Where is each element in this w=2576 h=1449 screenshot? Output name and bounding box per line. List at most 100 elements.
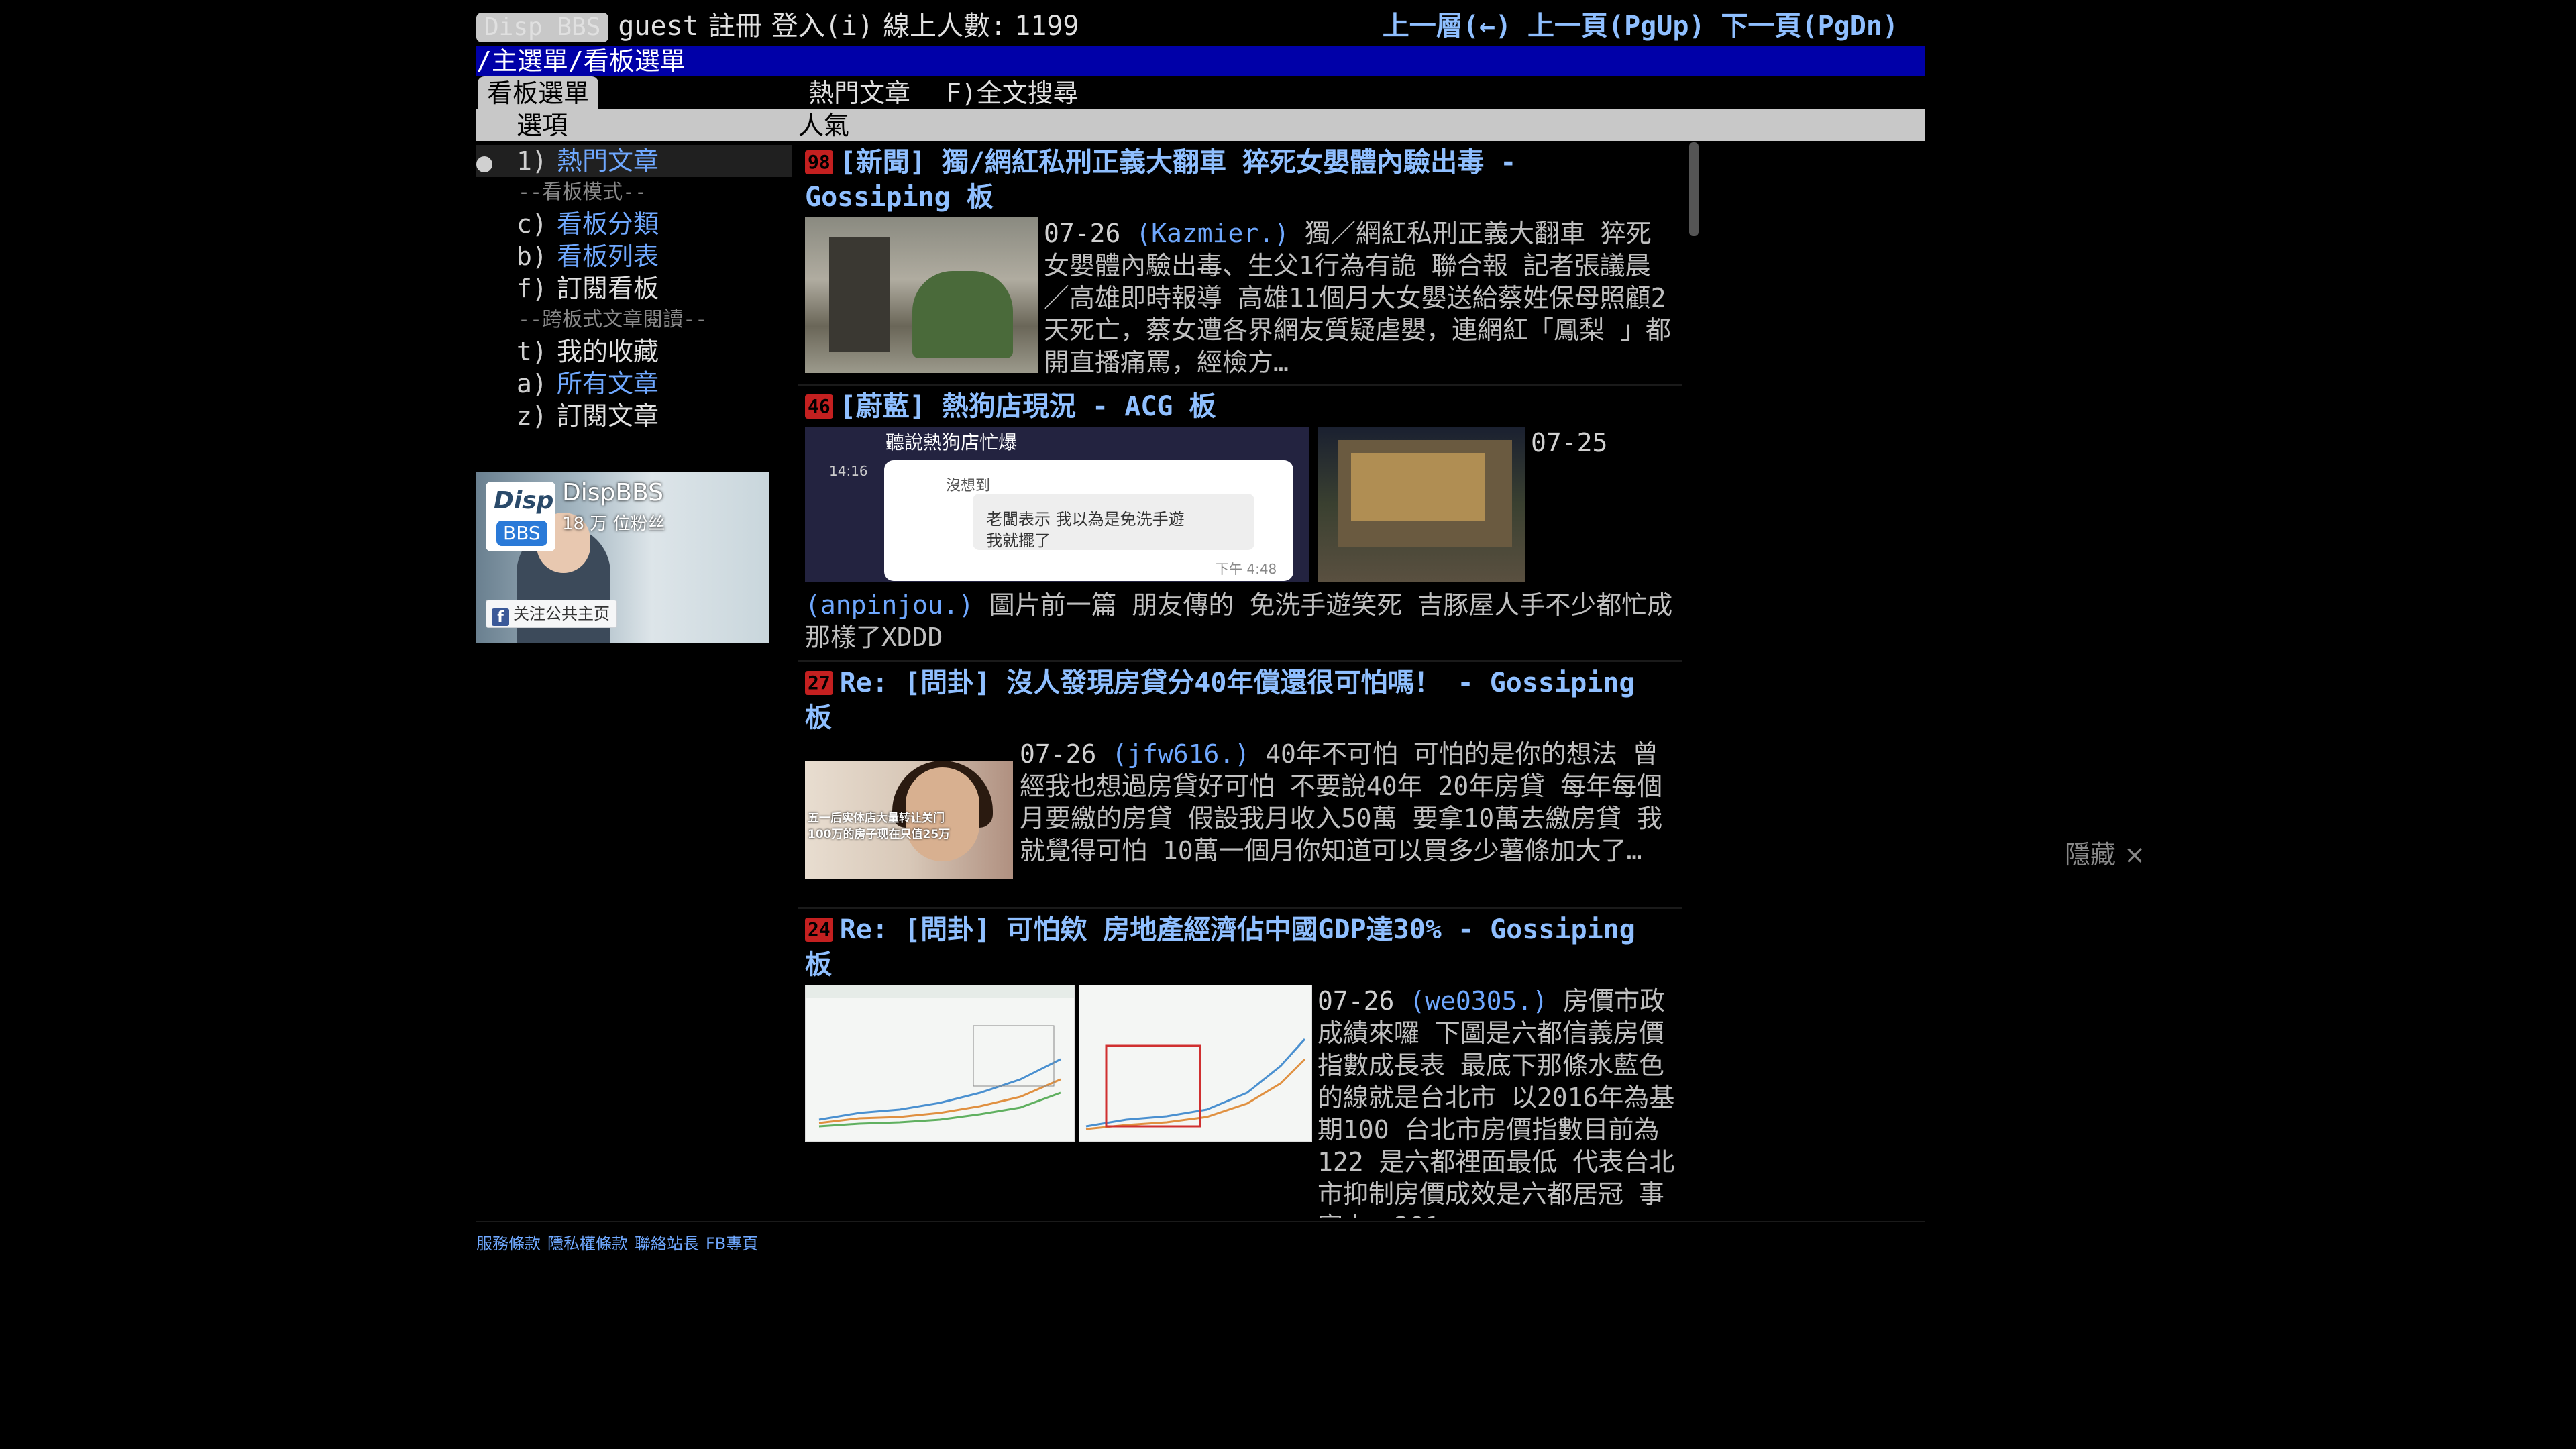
- thumbnail-caption-line2: 100万的房子现在只值25万: [808, 828, 951, 841]
- brand-logo[interactable]: Disp BBS: [476, 13, 609, 42]
- menu-label[interactable]: 看板列表: [557, 240, 659, 272]
- menu-key: c): [517, 209, 547, 239]
- fb-fan-count: 18 万 位粉丝: [562, 514, 665, 534]
- popularity-badge: 24: [805, 918, 833, 942]
- fb-follow-button[interactable]: f 关注公共主页: [486, 600, 617, 628]
- nav-next-page-button[interactable]: 下一頁(PgDn): [1721, 11, 1899, 42]
- hide-button[interactable]: 隱藏 ×: [2065, 834, 2145, 871]
- article-item[interactable]: 27 Re: [問卦] 沒人發現房貸分40年償還很可怕嗎！ - Gossiping…: [798, 663, 1682, 909]
- article-date: 07-26: [1044, 219, 1121, 248]
- follow-label: 关注公共主页: [513, 604, 610, 623]
- menu-label[interactable]: 訂閱看板: [557, 272, 659, 305]
- online-label: 線上人數:: [883, 11, 1007, 42]
- register-link[interactable]: 註冊: [708, 11, 762, 42]
- tab-hot-articles[interactable]: 熱門文章: [808, 76, 910, 110]
- top-left-group: Disp BBS guest 註冊 登入(i) 線上人數: 1199: [476, 11, 1088, 42]
- top-bar: Disp BBS guest 註冊 登入(i) 線上人數: 1199 上一層(←) 上一頁(…: [476, 8, 1925, 44]
- article-thumbnail[interactable]: 五一后实体店大量转让关门 100万的房子现在只值25万: [805, 761, 1013, 879]
- article-title[interactable]: 98 [新聞] 獨/網紅私刑正義大翻車 猝死女嬰體內驗出毒 - Gossiping…: [805, 145, 1677, 215]
- article-excerpt: 07-26 (jfw616.) 40年不可怕 可怕的是你的想法 曾經我也想過房貸…: [1020, 738, 1677, 867]
- article-date: 07-26: [1020, 739, 1097, 769]
- menu-label[interactable]: 我的收藏: [557, 335, 659, 368]
- menu-separator-board-mode: --看板模式--: [476, 177, 792, 208]
- menu-key: f): [517, 274, 547, 303]
- article-thumbnail[interactable]: [1079, 985, 1312, 1142]
- popularity-badge: 46: [805, 394, 833, 419]
- terms-link[interactable]: 服務條款: [476, 1234, 541, 1253]
- article-title-text[interactable]: [新聞] 獨/網紅私刑正義大翻車 猝死女嬰體內驗出毒 - Gossiping 板: [805, 147, 1516, 213]
- contact-link[interactable]: 聯絡站長: [635, 1234, 699, 1253]
- separator-label: --看板模式--: [518, 180, 647, 204]
- header-options: 選項: [517, 111, 568, 140]
- menu-label[interactable]: 看板分類: [557, 208, 659, 240]
- nav-up-button[interactable]: 上一層(←): [1383, 11, 1511, 42]
- board-menu: 1) 熱門文章 --看板模式-- c) 看板分類 b) 看板列表 f) 訂閱看板…: [476, 145, 792, 432]
- article-date: 07-26: [1318, 986, 1395, 1016]
- menu-item-all-articles[interactable]: a) 所有文章: [476, 368, 792, 400]
- article-author[interactable]: (Kazmier.): [1136, 219, 1289, 248]
- username: guest: [618, 11, 699, 42]
- chat-time: 下午 4:48: [1216, 561, 1277, 577]
- logo-text-top: Disp: [494, 487, 554, 515]
- article-author[interactable]: (we0305.): [1409, 986, 1548, 1016]
- separator-label: --跨板式文章閱讀--: [518, 308, 708, 331]
- article-title[interactable]: 46 [蔚藍] 熱狗店現況 - ACG 板: [805, 389, 1677, 424]
- top-nav: 上一層(←) 上一頁(PgUp) 下一頁(PgDn): [1366, 8, 1898, 44]
- menu-label[interactable]: 熱門文章: [557, 145, 659, 177]
- fb-page-link[interactable]: FB專頁: [706, 1234, 758, 1253]
- articles-scrollbar[interactable]: [1689, 142, 1699, 236]
- article-thumbnail[interactable]: [805, 985, 1075, 1142]
- online-count: 1199: [1014, 11, 1079, 42]
- login-link[interactable]: 登入(i): [771, 11, 873, 42]
- tab-full-text-search[interactable]: F)全文搜尋: [946, 76, 1079, 110]
- menu-key: b): [517, 241, 547, 271]
- menu-item-subscribed-articles[interactable]: z) 訂閱文章: [476, 400, 792, 432]
- article-author[interactable]: (anpinjou.): [805, 590, 974, 620]
- article-title-text[interactable]: [蔚藍] 熱狗店現況 - ACG 板: [840, 391, 1216, 422]
- article-thumbnail[interactable]: 聽說熱狗店忙爆 14:16 沒想到 老闆表示 我以為是免洗手遊 我就擺了 下午 …: [805, 427, 1309, 582]
- menu-item-board-list[interactable]: b) 看板列表: [476, 240, 792, 272]
- chat-text-1: 沒想到: [946, 478, 991, 494]
- logo-text-bottom: BBS: [496, 521, 547, 546]
- hot-articles-list: 98 [新聞] 獨/網紅私刑正義大翻車 猝死女嬰體內驗出毒 - Gossiping…: [798, 142, 1682, 1218]
- menu-item-my-favorites[interactable]: t) 我的收藏: [476, 335, 792, 368]
- thumbnail-plant-shape: [912, 271, 1013, 358]
- tab-board-menu[interactable]: 看板選單: [478, 76, 599, 109]
- article-title[interactable]: 27 Re: [問卦] 沒人發現房貸分40年償還很可怕嗎！ - Gossiping…: [805, 665, 1677, 735]
- menu-separator-cross-board: --跨板式文章閱讀--: [476, 305, 792, 335]
- article-thumbnail[interactable]: [805, 217, 1038, 373]
- menu-key: t): [517, 337, 547, 366]
- article-item[interactable]: 98 [新聞] 獨/網紅私刑正義大翻車 猝死女嬰體內驗出毒 - Gossiping…: [798, 142, 1682, 386]
- menu-item-hot-articles[interactable]: 1) 熱門文章: [476, 145, 792, 177]
- privacy-link[interactable]: 隱私權條款: [547, 1234, 628, 1253]
- fb-page-name[interactable]: DispBBS: [562, 479, 663, 506]
- thumbnail-door-shape: [829, 237, 890, 352]
- menu-item-subscribed-boards[interactable]: f) 訂閱看板: [476, 272, 792, 305]
- facebook-page-widget[interactable]: Disp BBS DispBBS 18 万 位粉丝 f 关注公共主页: [476, 472, 769, 643]
- menu-key: z): [517, 401, 547, 431]
- article-thumbnail[interactable]: [1318, 427, 1525, 582]
- article-title-text[interactable]: Re: [問卦] 可怕欸 房地產經濟佔中國GDP達30% - Gossiping…: [805, 914, 1635, 980]
- article-author[interactable]: (jfw616.): [1112, 739, 1250, 769]
- menu-label[interactable]: 訂閱文章: [557, 400, 659, 432]
- article-title-text[interactable]: Re: [問卦] 沒人發現房貸分40年償還很可怕嗎！ - Gossiping 板: [805, 667, 1635, 733]
- nav-prev-page-button[interactable]: 上一頁(PgUp): [1527, 11, 1705, 42]
- thumbnail-line-chart: [818, 1025, 1061, 1128]
- header-popularity: 人氣: [798, 111, 850, 140]
- dispbbs-logo: Disp BBS: [486, 482, 555, 551]
- thumbnail-time: 14:16: [829, 463, 868, 479]
- thumbnail-caption: 五一后实体店大量转让关门 100万的房子现在只值25万: [808, 810, 1009, 843]
- thumbnail-caption: 聽說熱狗店忙爆: [885, 431, 1018, 453]
- article-title[interactable]: 24 Re: [問卦] 可怕欸 房地產經濟佔中國GDP達30% - Gossipi…: [805, 912, 1677, 982]
- menu-label[interactable]: 所有文章: [557, 368, 659, 400]
- column-header: 選項 人氣: [476, 109, 1925, 141]
- footer: 服務條款 隱私權條款 聯絡站長 FB專頁: [476, 1221, 1925, 1254]
- menu-item-board-categories[interactable]: c) 看板分類: [476, 208, 792, 240]
- article-item[interactable]: 24 Re: [問卦] 可怕欸 房地產經濟佔中國GDP達30% - Gossipi…: [798, 910, 1682, 1218]
- thumbnail-light-shape: [1351, 453, 1485, 521]
- article-item[interactable]: 46 [蔚藍] 熱狗店現況 - ACG 板 聽說熱狗店忙爆 14:16 沒想到 老…: [798, 386, 1682, 662]
- article-excerpt: 07-26 (Kazmier.) 獨／網紅私刑正義大翻車 猝死女嬰體內驗出毒、生…: [1044, 217, 1674, 378]
- chat-text-3: 我就擺了: [986, 531, 1051, 550]
- breadcrumb[interactable]: /主選單/看板選單: [476, 46, 1925, 76]
- chat-text-2: 老闆表示 我以為是免洗手遊: [986, 510, 1185, 529]
